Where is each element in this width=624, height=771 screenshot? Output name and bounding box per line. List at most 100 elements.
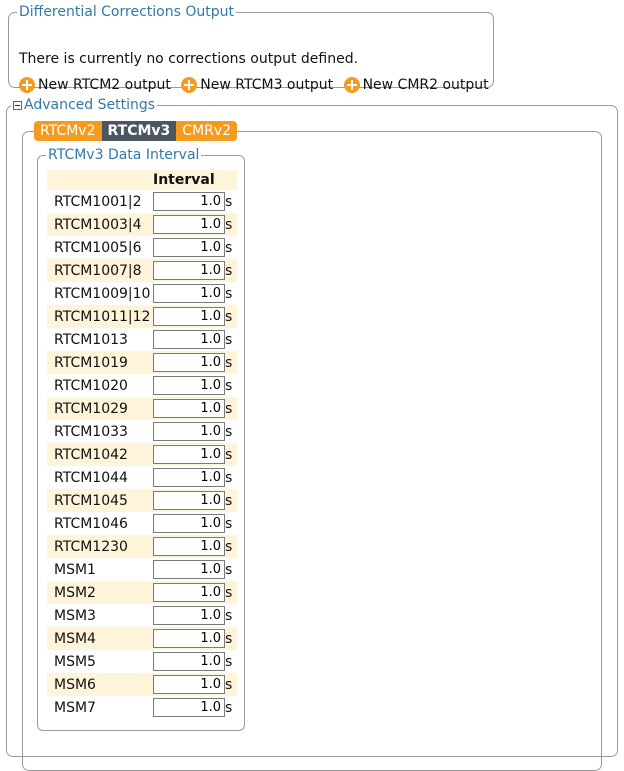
message-type-label: MSM2 — [54, 585, 96, 601]
table-row: MSM7 s — [47, 696, 237, 719]
table-row: MSM1 s — [47, 558, 237, 581]
seconds-unit-label: s — [225, 309, 233, 325]
interval-table-header: Interval — [47, 170, 237, 190]
seconds-unit-label: s — [225, 378, 233, 394]
tab-cmrv2[interactable]: CMRv2 — [176, 121, 238, 141]
seconds-unit-label: s — [225, 217, 233, 233]
message-type-label: RTCM1044 — [54, 470, 128, 486]
seconds-unit-label: s — [225, 539, 233, 555]
interval-input[interactable] — [153, 629, 225, 648]
new-rtcm3-output-label: New RTCM3 output — [200, 77, 334, 93]
table-row: MSM2 s — [47, 581, 237, 604]
seconds-unit-label: s — [225, 355, 233, 371]
message-type-label: RTCM1005|6 — [54, 240, 142, 256]
interval-input[interactable] — [153, 422, 225, 441]
message-type-label: MSM7 — [54, 700, 96, 716]
table-row: RTCM1230 s — [47, 535, 237, 558]
table-row: MSM3 s — [47, 604, 237, 627]
seconds-unit-label: s — [225, 608, 233, 624]
table-row: RTCM1005|6 s — [47, 236, 237, 259]
table-row: RTCM1044 s — [47, 466, 237, 489]
interval-input[interactable] — [153, 192, 225, 211]
message-type-label: RTCM1009|10 — [54, 286, 151, 302]
message-type-label: MSM3 — [54, 608, 96, 624]
interval-input[interactable] — [153, 238, 225, 257]
seconds-unit-label: s — [225, 631, 233, 647]
interval-input[interactable] — [153, 261, 225, 280]
new-cmr2-output-link[interactable]: New CMR2 output — [343, 77, 489, 93]
plus-icon — [181, 77, 198, 93]
table-row: RTCM1013 s — [47, 328, 237, 351]
message-type-label: MSM6 — [54, 677, 96, 693]
interval-input[interactable] — [153, 514, 225, 533]
message-type-label: RTCM1019 — [54, 355, 128, 371]
interval-input[interactable] — [153, 330, 225, 349]
interval-table: Interval RTCM1001|2sRTCM1003|4sRTCM1005|… — [47, 170, 237, 719]
seconds-unit-label: s — [225, 700, 233, 716]
table-row: RTCM1003|4 s — [47, 213, 237, 236]
table-row: RTCM1020 s — [47, 374, 237, 397]
interval-input[interactable] — [153, 652, 225, 671]
new-rtcm2-output-link[interactable]: New RTCM2 output — [19, 77, 171, 93]
interval-input[interactable] — [153, 376, 225, 395]
new-output-links: New RTCM2 output New RTCM3 output New CM… — [19, 77, 495, 97]
table-row: RTCM1033 s — [47, 420, 237, 443]
interval-input[interactable] — [153, 606, 225, 625]
advanced-settings-title: Advanced Settings — [24, 97, 156, 113]
tab-rtcmv2[interactable]: RTCMv2 — [34, 121, 102, 141]
interval-input[interactable] — [153, 583, 225, 602]
interval-input[interactable] — [153, 675, 225, 694]
seconds-unit-label: s — [225, 401, 233, 417]
interval-input[interactable] — [153, 284, 225, 303]
message-type-label: RTCM1011|12 — [54, 309, 151, 325]
seconds-unit-label: s — [225, 470, 233, 486]
message-type-label: RTCM1020 — [54, 378, 128, 394]
seconds-unit-label: s — [225, 332, 233, 348]
message-type-label: RTCM1033 — [54, 424, 128, 440]
interval-input[interactable] — [153, 399, 225, 418]
interval-input[interactable] — [153, 307, 225, 326]
table-row: RTCM1007|8 s — [47, 259, 237, 282]
interval-input[interactable] — [153, 353, 225, 372]
new-rtcm3-output-link[interactable]: New RTCM3 output — [181, 77, 333, 93]
interval-input[interactable] — [153, 560, 225, 579]
interval-input[interactable] — [153, 537, 225, 556]
seconds-unit-label: s — [225, 240, 233, 256]
new-rtcm2-output-label: New RTCM2 output — [38, 77, 171, 93]
seconds-unit-label: s — [225, 194, 233, 210]
message-type-label: RTCM1230 — [54, 539, 128, 555]
interval-input[interactable] — [153, 698, 225, 717]
seconds-unit-label: s — [225, 562, 233, 578]
table-row: RTCM1011|12 s — [47, 305, 237, 328]
collapse-icon[interactable] — [13, 100, 22, 110]
no-corrections-message: There is currently no corrections output… — [19, 51, 359, 67]
table-row: MSM5 s — [47, 650, 237, 673]
interval-input[interactable] — [153, 215, 225, 234]
message-type-label: RTCM1029 — [54, 401, 128, 417]
seconds-unit-label: s — [225, 585, 233, 601]
data-interval-legend: RTCMv3 Data Interval — [48, 147, 200, 163]
message-type-label: RTCM1042 — [54, 447, 128, 463]
message-type-label: MSM1 — [54, 562, 96, 578]
plus-icon — [19, 77, 35, 93]
interval-input[interactable] — [153, 491, 225, 510]
corrections-panel: Differential Corrections Output There is… — [8, 4, 494, 93]
message-type-label: RTCM1013 — [54, 332, 128, 348]
seconds-unit-label: s — [225, 424, 233, 440]
protocol-tabs: RTCMv2 RTCMv3 CMRv2 — [34, 121, 238, 141]
message-type-label: RTCM1001|2 — [54, 194, 142, 210]
table-row: RTCM1019 s — [47, 351, 237, 374]
seconds-unit-label: s — [225, 516, 233, 532]
seconds-unit-label: s — [225, 654, 233, 670]
seconds-unit-label: s — [225, 447, 233, 463]
table-row: RTCM1042 s — [47, 443, 237, 466]
seconds-unit-label: s — [225, 286, 233, 302]
message-type-label: RTCM1007|8 — [54, 263, 142, 279]
interval-input[interactable] — [153, 468, 225, 487]
interval-input[interactable] — [153, 445, 225, 464]
table-row: RTCM1001|2 s — [47, 190, 237, 213]
new-cmr2-output-label: New CMR2 output — [362, 77, 489, 93]
table-row: RTCM1029 s — [47, 397, 237, 420]
tab-rtcmv3[interactable]: RTCMv3 — [101, 121, 177, 141]
table-row: RTCM1045 s — [47, 489, 237, 512]
